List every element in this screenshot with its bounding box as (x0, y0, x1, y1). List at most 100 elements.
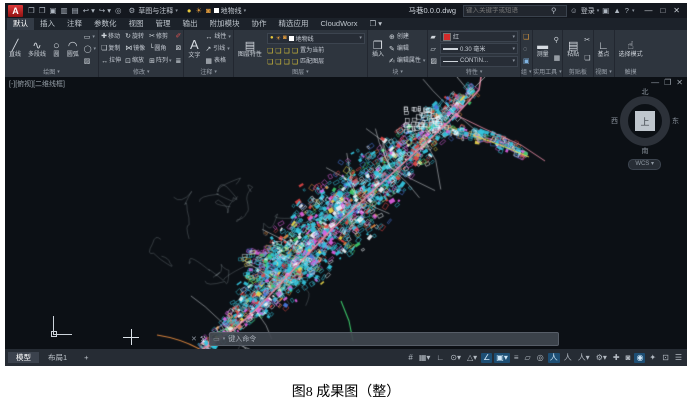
osnap-icon[interactable]: ▣▾ (494, 353, 510, 363)
ribbon-tab-extra-icon[interactable]: ❒ ▾ (363, 18, 388, 30)
view-cube[interactable]: 北 南 西 东 上 (613, 89, 677, 153)
snap-icon[interactable]: ▦▾ (417, 353, 433, 363)
panel-label-layers[interactable]: 图层▾ (234, 68, 367, 77)
layer-tool-icon[interactable]: ❏ (275, 59, 281, 66)
transparency-icon[interactable]: ▱ (523, 353, 533, 363)
annotation-monitor-icon[interactable]: ✚ (611, 353, 622, 363)
panel-label-groups[interactable]: 组▾ (521, 68, 532, 77)
base-point-button[interactable]: ∟基点 (596, 31, 612, 67)
measure-button[interactable]: ▬测量 (535, 31, 551, 67)
model-tab[interactable]: 模型 (8, 352, 39, 364)
compass-west-label[interactable]: 西 (611, 116, 618, 126)
layer-tool-icon[interactable]: ❏ (284, 48, 290, 55)
hardware-accel-icon[interactable]: ✦ (647, 353, 658, 363)
selection-cycling-icon[interactable]: ◎ (535, 353, 546, 363)
lineweight-dropdown[interactable]: 0.30 毫米▾ (440, 43, 518, 54)
panel-label-properties[interactable]: 特性▾ (428, 68, 520, 77)
undo-icon[interactable]: ↩ ▾ (82, 7, 96, 15)
layer-tool-icon[interactable]: ❏ (284, 59, 290, 66)
fillet-button[interactable]: ╰圆角 (149, 45, 171, 52)
graphics-performance-icon[interactable]: ◉ (634, 353, 645, 363)
help-icon[interactable]: ? (624, 7, 630, 15)
ribbon-tab-2[interactable]: 插入 (34, 18, 61, 30)
line-button[interactable]: ╱直线 (7, 31, 23, 67)
drawing-canvas[interactable] (5, 77, 687, 349)
hatch-button[interactable]: ▨ (84, 58, 96, 65)
calculator-button[interactable]: ▦ (554, 55, 561, 62)
quick-layer-dropdown[interactable]: ● ☀ ◙ 地物线 ▾ (183, 6, 249, 16)
quick-select-button[interactable]: ⚲ (554, 37, 561, 44)
pan-zoom-icon[interactable]: ◎ (114, 7, 123, 15)
group-edit-button[interactable]: ▣ (523, 58, 530, 65)
app-store-cart-icon[interactable]: ▣ (601, 7, 610, 15)
cut-button[interactable]: ✂ (584, 37, 590, 44)
layer-tool-icon[interactable]: ❏ (275, 48, 281, 55)
stretch-button[interactable]: ↔拉伸 (101, 58, 121, 65)
array-button[interactable]: ⊞阵列▾ (149, 58, 171, 65)
linear-dim-button[interactable]: ↔线性▾ (205, 34, 231, 41)
osnap-tracking-icon[interactable]: ∠ (481, 353, 492, 363)
panel-label-annotation[interactable]: 注释▾ (184, 68, 233, 77)
wcs-menu[interactable]: WCS ▾ (628, 159, 661, 170)
panel-label-touch[interactable]: 触摸 (615, 68, 647, 77)
ribbon-tab-9[interactable]: 协作 (246, 18, 273, 30)
ribbon-tab-7[interactable]: 输出 (177, 18, 204, 30)
ribbon-tab-10[interactable]: 精选应用 (273, 18, 315, 30)
isolate-objects-icon[interactable]: ◙ (624, 353, 633, 363)
view-cube-top-face[interactable]: 上 (635, 111, 655, 131)
layer-tool-icon[interactable]: ❏ (267, 48, 273, 55)
ribbon-tab-1[interactable]: 默认 (7, 18, 34, 30)
copy-clip-button[interactable]: ❏ (584, 55, 590, 62)
doc-restore-button[interactable]: ❐ (664, 78, 671, 87)
insert-block-button[interactable]: ❒插入 (370, 31, 386, 67)
compass-north-label[interactable]: 北 (642, 87, 649, 97)
table-button[interactable]: ▦表格 (205, 58, 231, 65)
ribbon-tab-8[interactable]: 附加模块 (204, 18, 246, 30)
save-icon[interactable]: ▣ (48, 7, 57, 15)
layer-tool-icon[interactable]: ❏ (267, 59, 273, 66)
arc-button[interactable]: ◠圆弧 (65, 31, 81, 67)
annotation-scale-icon[interactable]: 人▾ (576, 353, 592, 363)
selection-mode-button[interactable]: ☝选择模式 (617, 31, 645, 67)
ribbon-tab-4[interactable]: 参数化 (88, 18, 123, 30)
rotate-button[interactable]: ↻旋转 (125, 33, 145, 40)
edit-attr-button[interactable]: ✍编辑属性▾ (389, 58, 425, 65)
ortho-icon[interactable]: ∟ (434, 353, 446, 363)
create-block-button[interactable]: ⊕创建 (389, 34, 425, 41)
autodesk-app-icon[interactable]: ▲ (612, 7, 621, 15)
copy-button[interactable]: ❏复制 (101, 45, 121, 52)
hatch-prop-button[interactable]: ▨ (430, 58, 437, 65)
drawing-area[interactable]: [-][俯视][二维线框] — ❐ ✕ 北 南 西 东 上 WCS ▾ ✕ ⚒ … (5, 77, 687, 349)
match-layer-button[interactable]: 匹配图层 (300, 59, 324, 65)
command-customize-icon[interactable]: ⚒ (200, 335, 206, 343)
signin-label[interactable]: 登录 (581, 6, 595, 16)
panel-label-draw[interactable]: 绘图▾ (5, 68, 98, 77)
move-button[interactable]: ✚移动 (101, 33, 121, 40)
panel-label-modify[interactable]: 修改▾ (99, 68, 183, 77)
layer-tool-icon[interactable]: ❏ (292, 59, 298, 66)
panel-label-block[interactable]: 块▾ (368, 68, 427, 77)
scale-button[interactable]: ⊡缩放 (125, 58, 145, 65)
close-button[interactable]: ✕ (669, 6, 684, 15)
clean-screen-icon[interactable]: ⊡ (660, 353, 671, 363)
ellipse-button[interactable]: ◯▾ (84, 46, 96, 53)
layer-dropdown[interactable]: ● ☀ ◙ 地物线 ▾ (267, 33, 365, 44)
add-layout-tab[interactable]: + (76, 352, 96, 364)
trim-button[interactable]: ✂修剪 (149, 33, 171, 40)
lineweight-icon[interactable]: ≡ (512, 353, 521, 363)
annotation-visibility-icon[interactable]: 人 (548, 353, 560, 363)
ungroup-button[interactable]: ◌ (523, 46, 530, 53)
minimize-button[interactable]: — (640, 6, 656, 15)
panel-label-utilities[interactable]: 实用工具▾ (533, 68, 563, 77)
layer-properties-button[interactable]: ▤图层特性 (236, 31, 264, 67)
layer-tool-icon[interactable]: ❏ (292, 48, 298, 55)
circle-button[interactable]: ○圆 (51, 31, 62, 67)
text-button[interactable]: A文字 (186, 31, 202, 67)
maximize-button[interactable]: □ (656, 6, 669, 15)
linetype-dropdown[interactable]: CONTIN...▾ (440, 56, 518, 67)
match-properties-button[interactable]: ▰ (430, 34, 437, 41)
doc-minimize-button[interactable]: — (651, 78, 659, 87)
ribbon-tab-6[interactable]: 管理 (150, 18, 177, 30)
mirror-button[interactable]: ⋈镜像 (125, 45, 145, 52)
autoscale-icon[interactable]: 人 (562, 353, 574, 363)
